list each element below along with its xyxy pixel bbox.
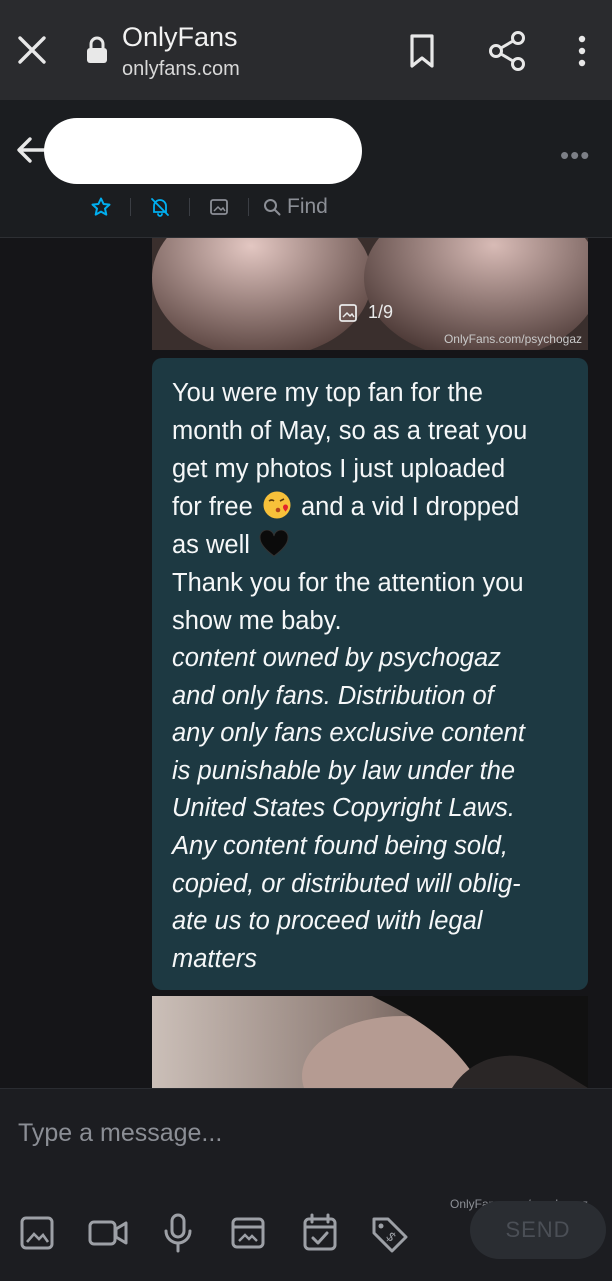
message-italic-line: any only fans exclusive content [172,719,525,748]
price-tag-icon[interactable]: $ [370,1211,410,1255]
message-thread[interactable]: 1/9 OnlyFans.com/psychogaz You were my t… [0,238,612,1088]
message-bubble: You were my top fan for the month of May… [152,358,588,990]
message-text: and a vid I dropped [300,493,520,521]
message-line: month of May, so as a treat you [172,417,528,445]
message-line: get my photos I just uploaded [172,455,506,483]
media-preview-photo[interactable]: 1/9 OnlyFans.com/psychogaz [152,238,588,350]
find-label: Find [287,195,328,218]
divider [248,198,249,216]
more-horizontal-icon[interactable]: ••• [560,140,590,171]
kiss-face-emoji [263,491,291,519]
star-icon[interactable] [86,192,116,222]
image-icon[interactable] [204,192,234,222]
close-icon[interactable] [14,32,50,68]
composer-toolbar: $ [18,1211,418,1255]
bell-off-icon[interactable] [145,192,175,222]
find-button[interactable]: Find [263,195,328,219]
bookmark-icon[interactable] [405,33,439,69]
message-italic-line: and only fans. Distribution of [172,681,494,710]
message-text: as well [172,531,250,559]
site-title: OnlyFans [122,22,238,52]
lock-icon [87,36,107,63]
media-counter-text: 1/9 [368,302,394,322]
chat-tools: Find [86,192,328,222]
message-italic-line: copied, or distributed will oblig- [172,869,521,898]
video-icon[interactable] [88,1211,128,1255]
chat-header: ••• Find [0,100,612,238]
divider [130,198,131,216]
divider [189,198,190,216]
message-italic-line: content owned by psychogaz [172,644,501,672]
message-italic-line: is punishable by law under the [172,756,516,785]
message-line: show me baby. [172,607,342,635]
microphone-icon[interactable] [158,1211,198,1255]
more-vertical-icon[interactable] [570,32,594,70]
watermark: OnlyFans.com/psychogaz [443,332,582,346]
image-icon [339,303,357,322]
message-italic-line: United States Copyright Laws. [172,794,516,823]
media-preview-photo[interactable] [152,996,588,1088]
message-italic-line: ate us to proceed with legal [172,907,483,936]
media-counter: 1/9 [338,302,393,323]
message-line: Thank you for the attention you [172,569,524,597]
vault-icon[interactable] [228,1211,268,1255]
image-icon[interactable] [18,1211,58,1255]
photo-image [152,996,588,1088]
message-input[interactable]: Type a message... [18,1119,438,1159]
browser-toolbar: OnlyFans onlyfans.com [0,0,612,100]
message-composer: Type a message... OnlyFans.com/psychogaz [0,1088,612,1281]
search-icon [264,199,281,216]
contact-name-redacted[interactable] [44,118,362,184]
message-line: You were my top fan for the [172,379,483,407]
site-url[interactable]: onlyfans.com [122,58,240,81]
share-icon[interactable] [488,30,526,72]
message-line: as well [172,526,570,564]
message-italic-line: Any content found being sold, [172,831,508,860]
send-button[interactable]: SEND [470,1201,606,1259]
message-text: for free [172,493,253,521]
message-italic-line: matters [172,944,258,973]
black-heart-emoji [259,530,289,557]
message-line: for free and a vid I dropped [172,488,570,526]
calendar-icon[interactable] [300,1211,340,1255]
